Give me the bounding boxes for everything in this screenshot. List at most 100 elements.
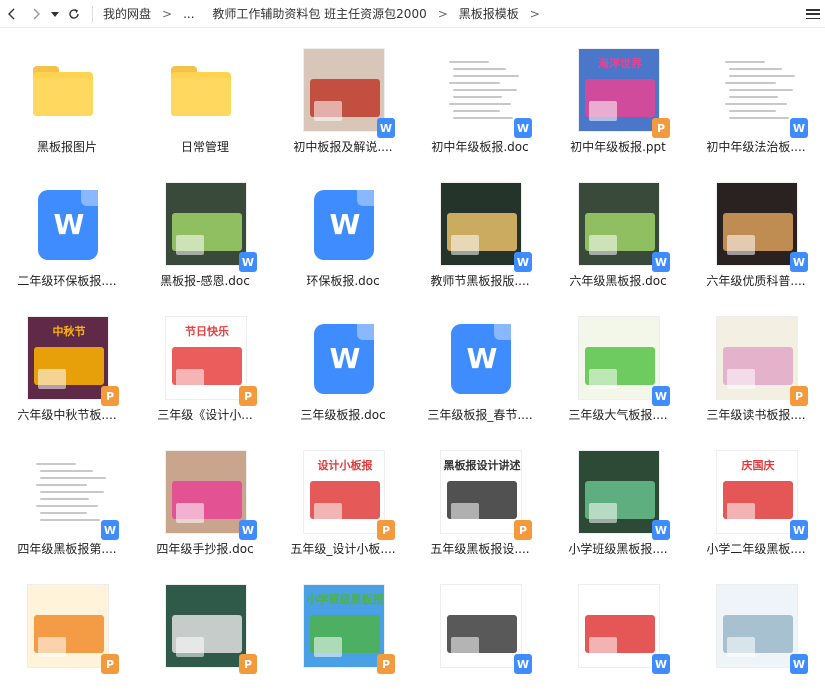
file-item[interactable]: 设计小板报 P 五年级_设计小板.... [276, 438, 410, 558]
file-item[interactable]: W 三年级板报.doc [276, 304, 410, 424]
document-thumbnail: 小学班级黑板报 P [303, 584, 395, 674]
file-name: 黑板报图片 [36, 140, 97, 154]
word-badge-icon: W [790, 654, 808, 674]
file-name: 教师节黑板报版.... [430, 274, 530, 288]
word-badge-icon: W [652, 386, 670, 406]
file-item[interactable]: W 初中年级法治板.... [689, 36, 823, 156]
forward-button[interactable] [24, 0, 48, 28]
document-thumbnail: W [578, 450, 670, 540]
thumbnail-preview: 海洋世界 [578, 48, 660, 132]
breadcrumb-separator: > [529, 6, 540, 21]
file-name: 五年级_设计小板.... [290, 542, 396, 556]
file-item[interactable]: 中秋节 P 六年级中秋节板.... [0, 304, 134, 424]
ppt-badge-icon: P [514, 520, 532, 540]
file-item[interactable]: W 小学班级黑板报.... [551, 438, 685, 558]
thumbnail-preview [440, 48, 522, 132]
thumbnail-preview [578, 316, 660, 400]
breadcrumb-item[interactable]: 我的网盘 [101, 5, 153, 22]
thumbnail-preview [578, 450, 660, 534]
thumbnail-preview: 节日快乐 [165, 316, 247, 400]
file-item[interactable]: P [138, 572, 272, 692]
document-thumbnail: W [578, 182, 670, 272]
ppt-badge-icon: P [377, 520, 395, 540]
ppt-badge-icon: P [101, 386, 119, 406]
toolbar: 我的网盘 > ... 教师工作辅助资料包 班主任资源包2000 > 黑板报模板 … [0, 0, 825, 28]
document-thumbnail: W [440, 48, 532, 138]
word-badge-icon: W [514, 654, 532, 674]
file-item[interactable]: 海洋世界 P 初中年级板报.ppt [551, 36, 685, 156]
thumbnail-preview [165, 182, 247, 266]
thumbnail-title: 节日快乐 [185, 325, 229, 338]
thumbnail-preview [578, 182, 660, 266]
folder-item[interactable]: 日常管理 [138, 36, 272, 156]
file-name: 二年级环保板报.... [17, 274, 117, 288]
history-dropdown[interactable] [48, 0, 62, 28]
file-name: 四年级黑板报第.... [17, 542, 117, 556]
word-doc-icon: W [303, 182, 385, 266]
file-name: 小学二年级黑板.... [706, 542, 806, 556]
breadcrumb-item[interactable]: ... [181, 7, 196, 21]
menu-button[interactable] [805, 6, 821, 22]
document-thumbnail: W [27, 450, 119, 540]
file-item[interactable]: W 三年级板报_春节.... [413, 304, 547, 424]
thumbnail-preview: 小学班级黑板报 [303, 584, 385, 668]
file-name: 三年级板报.doc [300, 408, 386, 422]
file-item[interactable]: P [0, 572, 134, 692]
document-thumbnail: 中秋节 P [27, 316, 119, 406]
file-name: 初中年级法治板.... [706, 140, 806, 154]
file-item[interactable]: W 初中板报及解说.... [276, 36, 410, 156]
file-item[interactable]: W 黑板报-感恩.doc [138, 170, 272, 290]
ppt-badge-icon: P [377, 654, 395, 674]
file-name: 初中板报及解说.... [293, 140, 393, 154]
breadcrumb: 我的网盘 > ... 教师工作辅助资料包 班主任资源包2000 > 黑板报模板 … [101, 5, 549, 22]
word-badge-icon: W [514, 118, 532, 138]
breadcrumb-separator: > [437, 6, 448, 21]
file-item[interactable]: W 二年级环保板报.... [0, 170, 134, 290]
wps-writer-icon: W [314, 190, 374, 260]
ppt-badge-icon: P [101, 654, 119, 674]
file-item[interactable]: W [551, 572, 685, 692]
document-thumbnail: P [716, 316, 808, 406]
thumbnail-title: 黑板报设计讲述 [443, 459, 521, 472]
document-thumbnail: 海洋世界 P [578, 48, 670, 138]
document-thumbnail: W [165, 182, 257, 272]
thumbnail-preview [440, 584, 522, 668]
file-grid: 黑板报图片 日常管理 W 初中板报及解说.... W 初中年级板报.doc 海洋世界 P 初中年… [0, 28, 825, 674]
ppt-badge-icon: P [790, 386, 808, 406]
folder-item[interactable]: 黑板报图片 [0, 36, 134, 156]
file-name: 初中年级板报.doc [431, 140, 529, 154]
thumbnail-preview [165, 450, 247, 534]
thumbnail-preview: 设计小板报 [303, 450, 385, 534]
breadcrumb-separator: > [162, 6, 173, 21]
file-item[interactable]: W 环保板报.doc [276, 170, 410, 290]
file-item[interactable]: W [689, 572, 823, 692]
file-item[interactable]: 庆国庆 W 小学二年级黑板.... [689, 438, 823, 558]
word-doc-icon: W [27, 182, 109, 266]
file-item[interactable]: W 四年级手抄报.doc [138, 438, 272, 558]
file-item[interactable]: W 初中年级板报.doc [413, 36, 547, 156]
breadcrumb-separator [197, 7, 211, 21]
thumbnail-title: 中秋节 [52, 325, 86, 338]
thumbnail-title: 小学班级黑板报 [306, 593, 384, 606]
file-item[interactable]: 节日快乐 P 三年级《设计小... [138, 304, 272, 424]
file-item[interactable]: W 四年级黑板报第.... [0, 438, 134, 558]
refresh-button[interactable] [62, 0, 86, 28]
breadcrumb-item[interactable]: 教师工作辅助资料包 班主任资源包2000 [210, 5, 428, 22]
file-item[interactable]: 小学班级黑板报 P [276, 572, 410, 692]
file-item[interactable]: W 六年级优质科普.... [689, 170, 823, 290]
file-item[interactable]: 黑板报设计讲述 P 五年级黑板报设.... [413, 438, 547, 558]
ppt-badge-icon: P [239, 654, 257, 674]
file-item[interactable]: W [413, 572, 547, 692]
file-item[interactable]: W 三年级大气板报.... [551, 304, 685, 424]
breadcrumb-item[interactable]: 黑板报模板 [457, 5, 521, 22]
folder-icon [33, 66, 93, 116]
thumbnail-preview: 庆国庆 [716, 450, 798, 534]
document-thumbnail: W [303, 48, 395, 138]
back-button[interactable] [0, 0, 24, 28]
file-item[interactable]: P 三年级读书板报.... [689, 304, 823, 424]
file-item[interactable]: W 六年级黑板报.doc [551, 170, 685, 290]
file-item[interactable]: W 教师节黑板报版.... [413, 170, 547, 290]
document-thumbnail: W [716, 584, 808, 674]
thumbnail-preview [716, 182, 798, 266]
document-thumbnail: W [440, 584, 532, 674]
